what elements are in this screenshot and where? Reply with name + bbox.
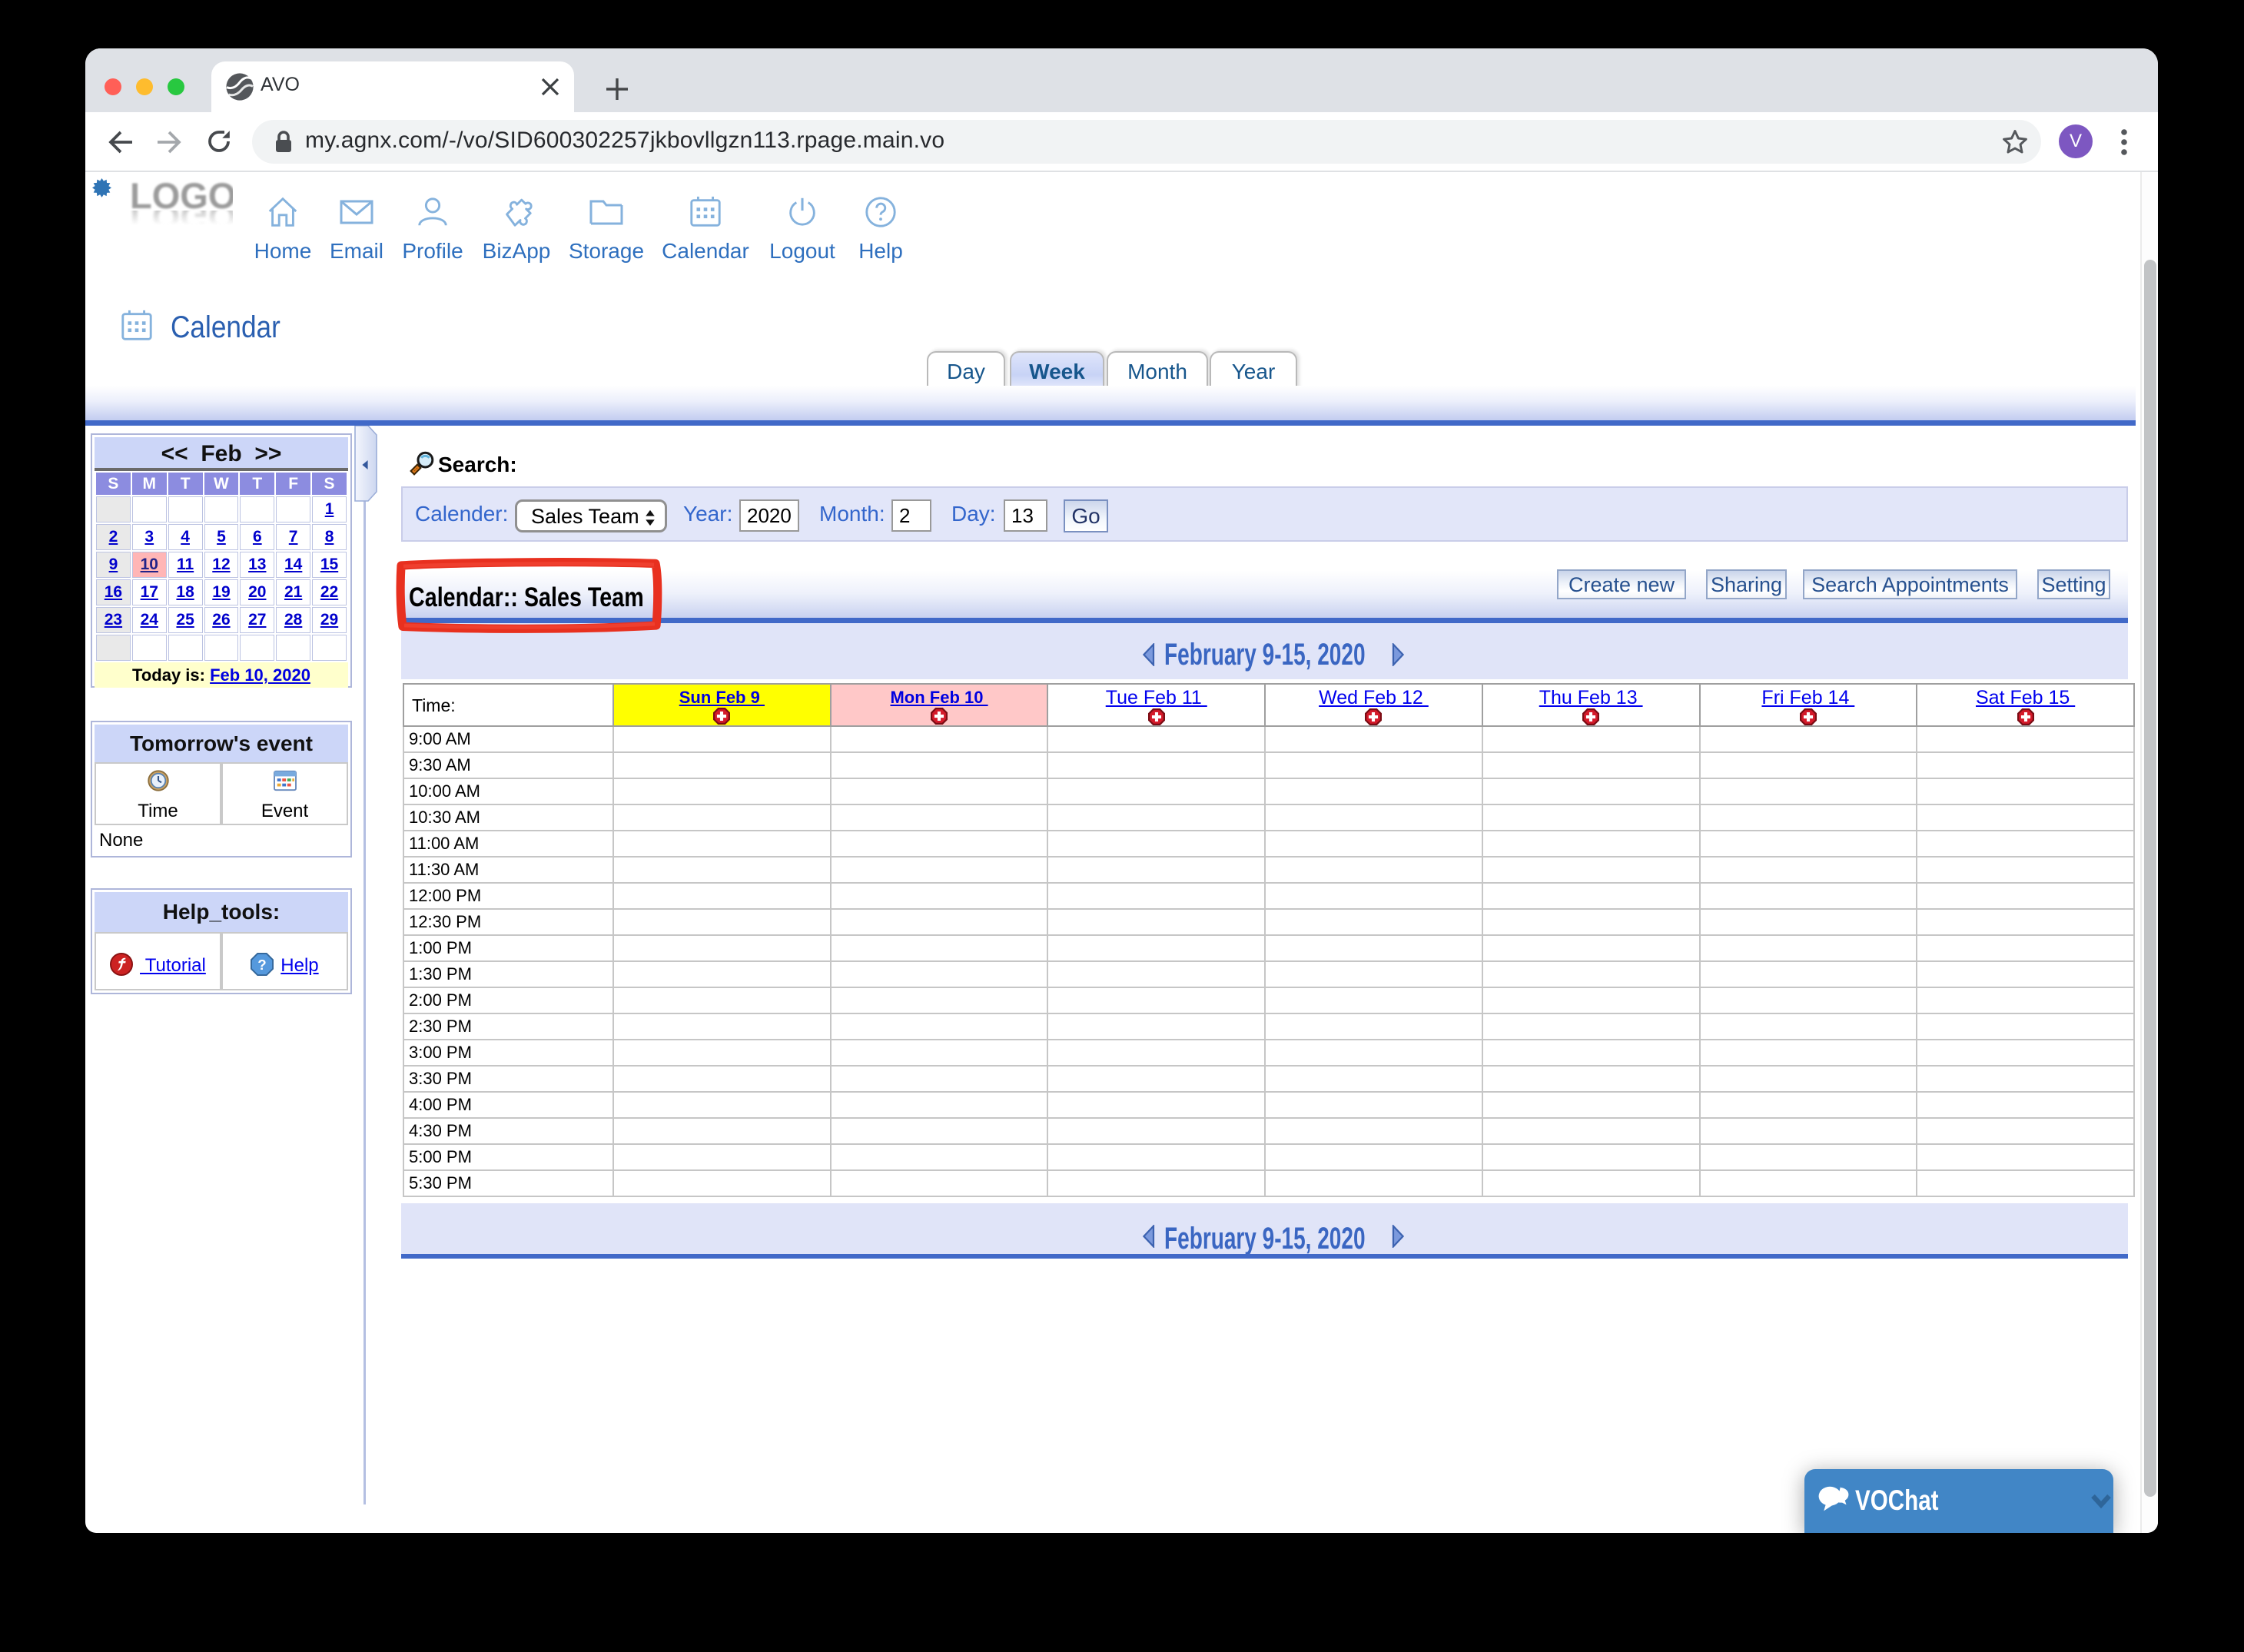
svg-text:?: ? <box>258 957 267 973</box>
